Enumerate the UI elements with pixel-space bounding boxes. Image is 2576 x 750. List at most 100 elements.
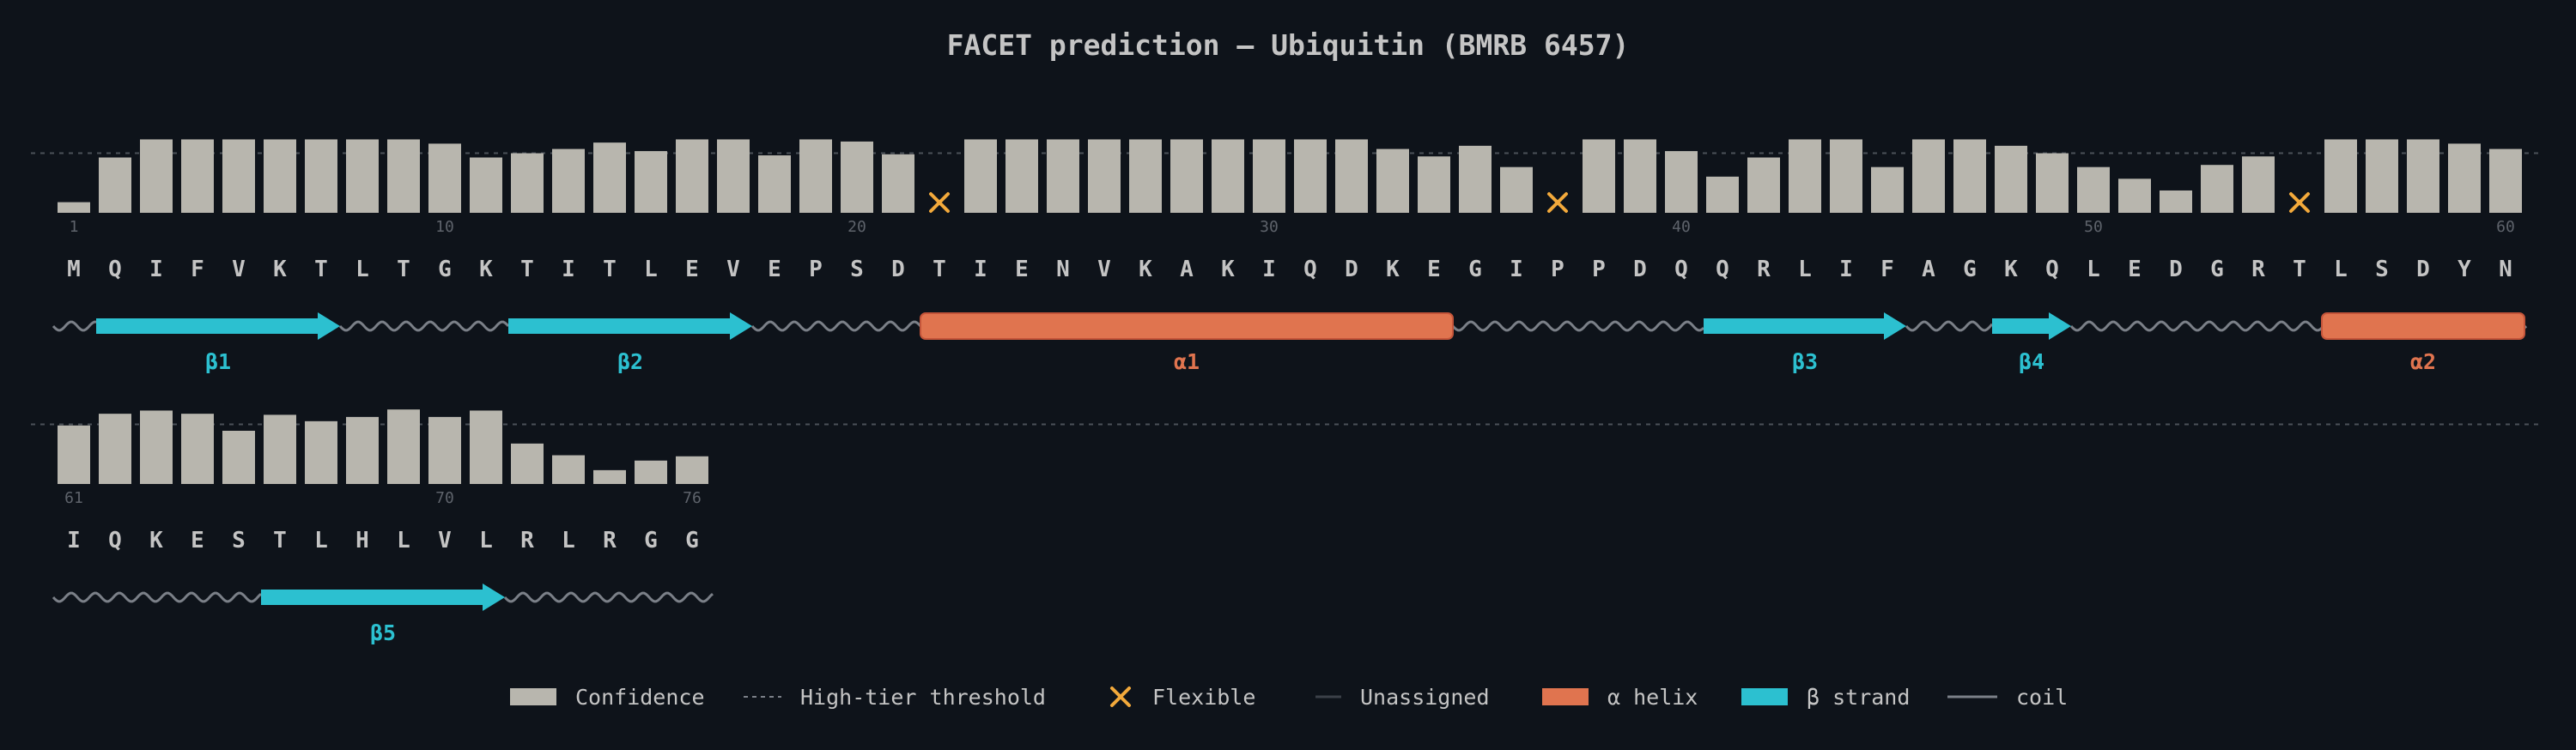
confidence-bar xyxy=(387,409,420,484)
confidence-bar xyxy=(2324,139,2357,213)
flexible-marker xyxy=(929,192,950,213)
confidence-bar xyxy=(1294,139,1327,213)
residue-letter: R xyxy=(603,528,617,553)
residue-letter: E xyxy=(191,528,204,553)
residue-letter: Q xyxy=(2045,257,2059,282)
residue-number: 40 xyxy=(1672,218,1691,236)
coil-segment xyxy=(52,591,262,603)
residue-letter: T xyxy=(2293,257,2306,282)
confidence-bar xyxy=(181,414,214,484)
residue-letter: I xyxy=(1839,257,1853,282)
ss-label: β2 xyxy=(617,349,643,374)
confidence-bar xyxy=(2201,165,2233,213)
legend-item-strand: β strand xyxy=(1741,685,1910,710)
legend-label: coil xyxy=(2016,685,2068,710)
confidence-bar xyxy=(1953,139,1986,213)
confidence-bar xyxy=(305,420,337,484)
confidence-bar xyxy=(635,151,667,213)
confidence-bar xyxy=(799,139,832,213)
residue-letter: G xyxy=(644,528,658,553)
confidence-bar xyxy=(635,460,667,484)
confidence-bar xyxy=(140,410,173,484)
residue-letter: D xyxy=(2416,257,2430,282)
residue-letter: L xyxy=(562,528,575,553)
residue-letter: G xyxy=(1963,257,1977,282)
residue-letter: L xyxy=(397,528,410,553)
confidence-bar xyxy=(470,410,502,484)
residue-letter: N xyxy=(1056,257,1070,282)
residue-letter: E xyxy=(1015,257,1029,282)
residue-number: 10 xyxy=(435,218,454,236)
confidence-bar xyxy=(346,416,379,484)
residue-letter: I xyxy=(149,257,163,282)
confidence-bar xyxy=(305,139,337,213)
residue-letter: D xyxy=(891,257,905,282)
ss-label: β5 xyxy=(370,620,396,645)
coil-segment xyxy=(1905,320,1994,332)
coil-segment xyxy=(338,320,510,332)
confidence-bar xyxy=(222,139,255,213)
residue-number: 76 xyxy=(683,489,702,507)
strand-β5 xyxy=(261,584,505,611)
residue-letter: V xyxy=(232,257,246,282)
residue-letter: V xyxy=(726,257,740,282)
coil-segment xyxy=(2069,320,2323,332)
confidence-bar xyxy=(1459,145,1492,213)
confidence-bar xyxy=(2118,178,2151,213)
confidence-bar xyxy=(717,139,750,213)
residue-letter: A xyxy=(1180,257,1194,282)
residue-letter: T xyxy=(397,257,410,282)
strand-β2 xyxy=(508,312,752,340)
residue-number: 1 xyxy=(70,218,79,236)
confidence-bar xyxy=(99,414,131,484)
coil-segment xyxy=(1451,320,1704,332)
residue-letter: G xyxy=(2210,257,2224,282)
residue-number: 30 xyxy=(1260,218,1279,236)
residue-letter: G xyxy=(685,528,699,553)
confidence-bar xyxy=(593,469,626,484)
confidence-bar xyxy=(470,157,502,213)
ss-label: β4 xyxy=(2019,349,2044,374)
confidence-bar xyxy=(1335,139,1368,213)
legend-item-helix: α helix xyxy=(1542,685,1698,710)
strand-β4 xyxy=(1992,312,2071,340)
residue-letter: Q xyxy=(1716,257,1729,282)
confidence-bar xyxy=(1665,151,1698,213)
residue-letter: D xyxy=(1633,257,1647,282)
confidence-bar xyxy=(1747,157,1780,213)
legend-label: Confidence xyxy=(575,685,705,710)
residue-letter: K xyxy=(1139,257,1152,282)
strand-β3 xyxy=(1704,312,1906,340)
residue-letter: Q xyxy=(108,528,122,553)
ss-label: β1 xyxy=(205,349,231,374)
residue-letter: L xyxy=(2087,257,2100,282)
helix-α1 xyxy=(920,312,1454,340)
legend-item-coil: coil xyxy=(1947,685,2068,710)
residue-letter: E xyxy=(1427,257,1441,282)
residue-number: 70 xyxy=(435,489,454,507)
confidence-bar xyxy=(1995,145,2027,213)
legend-swatch xyxy=(1542,688,1589,705)
legend-label: Flexible xyxy=(1152,685,1255,710)
residue-letter: E xyxy=(2128,257,2142,282)
confidence-bar xyxy=(2407,139,2439,213)
flexible-marker xyxy=(1547,192,1568,213)
confidence-bar xyxy=(552,455,585,484)
residue-letter: L xyxy=(355,257,369,282)
confidence-bar xyxy=(1830,139,1862,213)
confidence-bar xyxy=(676,139,708,213)
confidence-bar xyxy=(841,141,873,213)
residue-letter: I xyxy=(562,257,575,282)
flexible-marker xyxy=(2289,192,2310,213)
legend: Confidence High-tier threshold Flexible Una… xyxy=(510,685,2068,710)
legend-swatch xyxy=(1110,686,1131,707)
confidence-bar xyxy=(1789,139,1821,213)
confidence-bar xyxy=(1376,148,1409,213)
residue-letter: S xyxy=(232,528,246,553)
row-1: M 1 Q I F V K T L T G 10 K T I T L E V E P S 20 D T I E N V K A K I 30 Q D K… xyxy=(31,139,2542,282)
legend-item-confidence: Confidence xyxy=(510,685,705,710)
facet-chart: FACET prediction — Ubiquitin (BMRB 6457)… xyxy=(31,28,2542,710)
residue-number: 20 xyxy=(848,218,866,236)
residue-letter: N xyxy=(2499,257,2512,282)
confidence-bar xyxy=(1047,139,1079,213)
